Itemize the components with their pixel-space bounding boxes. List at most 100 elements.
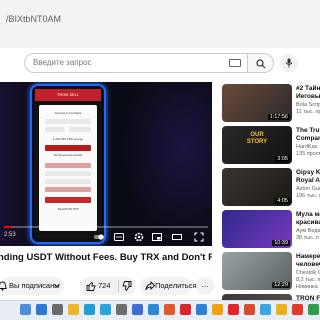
taskbar-app-icon[interactable] — [228, 304, 239, 315]
phone-screen-header: TRON SELL — [35, 89, 101, 101]
thumbs-up-icon[interactable] — [86, 281, 96, 291]
taskbar-app-icon[interactable] — [164, 304, 175, 315]
voice-search-button[interactable] — [280, 54, 298, 72]
video-title: nding USDT Without Fees. Buy TRX and Don… — [0, 252, 212, 263]
address-bar-url[interactable]: /BIXtbNT0AM — [6, 14, 61, 24]
taskbar-files-icon[interactable] — [68, 304, 79, 315]
recommendation-title-line2[interactable]: Compani — [296, 135, 320, 143]
video-time: 2:53 — [4, 232, 16, 238]
recommendation-title[interactable]: #2 Тайн — [296, 85, 320, 93]
recommendation-title-line2[interactable]: Иеговы — [296, 93, 320, 101]
taskbar-app-icon[interactable] — [260, 304, 271, 315]
recommendation-thumbnail[interactable]: 4:05 — [222, 168, 292, 206]
phone-screen-field — [69, 127, 91, 132]
settings-icon[interactable] — [134, 232, 144, 242]
taskbar-mail-icon[interactable] — [148, 304, 159, 315]
taskbar-app-icon[interactable] — [196, 304, 207, 315]
recommendation-channel[interactable]: Chestok C — [296, 270, 320, 277]
recommendation-item[interactable]: OUR STORY 3:05 The TruthCompaniHardKas135 … — [222, 126, 320, 164]
chevron-down-icon — [54, 283, 60, 288]
miniplayer-icon[interactable] — [152, 232, 162, 242]
thumbnail-badge: OUR STORY — [246, 132, 268, 145]
search-placeholder: Введите запрос — [33, 58, 92, 67]
recommendation-title-line2[interactable]: Royal Alb — [296, 177, 320, 185]
bell-icon — [0, 281, 7, 291]
recommendation-views: 38 тыс. п — [296, 235, 319, 241]
taskbar-widgets-icon[interactable] — [20, 304, 31, 315]
player-background — [120, 82, 212, 246]
recommendation-new-badge: Новинка — [296, 284, 318, 290]
subscribed-label: Вы подписаны — [9, 281, 60, 290]
recommendation-title[interactable]: Gipsy Kin — [296, 169, 320, 177]
video-player[interactable]: TRON SELL Amount in contracts 1,203.351 … — [0, 82, 212, 246]
video-duration: 12:29 — [272, 282, 290, 288]
search-icon — [256, 59, 266, 69]
recommendation-title[interactable]: Мула ма — [296, 211, 320, 219]
phone-screen-line: 81 Прошлый сессий — [53, 153, 82, 157]
recommendation-thumbnail[interactable]: 12:29 — [222, 252, 292, 290]
recommendation-item[interactable]: 4:05 Gipsy KinRoyal AlbAston Gue196 тыс. … — [222, 168, 320, 206]
recommendation-title-line2[interactable]: человеч — [296, 261, 320, 269]
youtube-watch-page: /BIXtbNT0AM Введите запрос TRON SELL Amo… — [0, 0, 320, 320]
recommendation-thumbnail[interactable]: 1:17:56 — [222, 84, 292, 122]
taskbar-edge-icon[interactable] — [84, 304, 95, 315]
video-duration: 3:05 — [275, 156, 290, 162]
taskbar-app-icon[interactable] — [276, 304, 287, 315]
keyboard-icon[interactable] — [229, 59, 241, 67]
os-taskbar — [0, 300, 320, 320]
recommendation-title[interactable]: Намерен — [296, 253, 320, 261]
video-duration: 10:39 — [272, 240, 290, 246]
taskbar-app-icon[interactable] — [116, 304, 127, 315]
taskbar-opera-icon[interactable] — [180, 304, 191, 315]
recommendation-item[interactable]: 10:39 Мула макрасиваAум Веда38 тыс. п — [222, 210, 320, 248]
recommendation-channel[interactable]: Bola Script — [296, 102, 320, 109]
taskbar-store-icon[interactable] — [132, 304, 143, 315]
recommendation-views: 11 тыс. пр — [296, 109, 320, 115]
recommendation-views: 8,2 тыс. п — [296, 277, 320, 283]
recommendation-thumbnail[interactable]: OUR STORY 3:05 — [222, 126, 292, 164]
recommendation-item[interactable]: 1:17:56 #2 Тайн Иеговы Bola Script 11 тыс. п… — [222, 84, 320, 122]
like-count[interactable]: 724 — [98, 281, 111, 290]
taskbar-app-icon[interactable] — [212, 304, 223, 315]
video-progress-fill — [4, 226, 13, 228]
phone-screen-button — [45, 145, 91, 151]
share-icon — [145, 281, 155, 291]
autoplay-toggle-icon[interactable] — [94, 232, 104, 242]
recommendation-channel[interactable]: HardKas — [296, 144, 320, 151]
taskbar-chrome-icon[interactable] — [292, 304, 303, 315]
taskbar-start-icon[interactable] — [36, 304, 47, 315]
taskbar-telegram-icon[interactable] — [100, 304, 111, 315]
recommendation-title-line2[interactable]: красива — [296, 219, 320, 227]
fullscreen-icon[interactable] — [194, 232, 204, 242]
like-dislike-group: 724 — [80, 277, 136, 295]
recommendation-thumbnail[interactable]: 10:39 — [222, 210, 292, 248]
theater-mode-icon[interactable] — [172, 232, 182, 242]
recommendation-title[interactable]: The Truth — [296, 127, 320, 135]
phone-mockup: TRON SELL Amount in contracts 1,203.351 … — [30, 84, 106, 244]
search-input[interactable]: Введите запрос — [24, 53, 248, 73]
phone-screen-field — [45, 171, 91, 176]
taskbar-app-icon[interactable] — [308, 304, 319, 315]
subscribed-button[interactable]: Вы подписаны — [0, 277, 64, 295]
recommendation-channel[interactable]: Aум Веда — [296, 228, 320, 235]
recommendation-views: 135 просм — [296, 151, 320, 157]
search-button[interactable] — [248, 53, 274, 73]
taskbar-app-icon[interactable] — [244, 304, 255, 315]
phone-screen-field — [45, 127, 65, 132]
share-button[interactable]: Поделиться — [140, 277, 196, 295]
phone-screen-card: Amount in contracts 1,203.351 TRX energy… — [39, 105, 97, 231]
subtitles-icon[interactable] — [114, 232, 124, 242]
share-label: Поделиться — [155, 281, 197, 290]
video-progress-bar[interactable] — [4, 226, 208, 228]
more-actions-button[interactable]: ... — [196, 277, 214, 295]
thumbs-down-icon[interactable] — [122, 281, 132, 291]
taskbar-search-icon[interactable] — [52, 304, 63, 315]
phone-screen-line: 1,203.351 TRX energy — [52, 137, 84, 141]
phone-screen-field — [45, 119, 91, 124]
browser-address-bar: /BIXtbNT0AM — [0, 0, 320, 48]
phone-screen-line: Amount in contracts — [54, 111, 82, 115]
phone-screen-button — [45, 197, 91, 203]
like-divider — [118, 280, 119, 292]
recommendation-item[interactable]: 12:29 НамеренчеловечChestok C8,2 тыс. пНо… — [222, 252, 320, 290]
recommendation-channel[interactable]: Aston Gue — [296, 186, 320, 193]
